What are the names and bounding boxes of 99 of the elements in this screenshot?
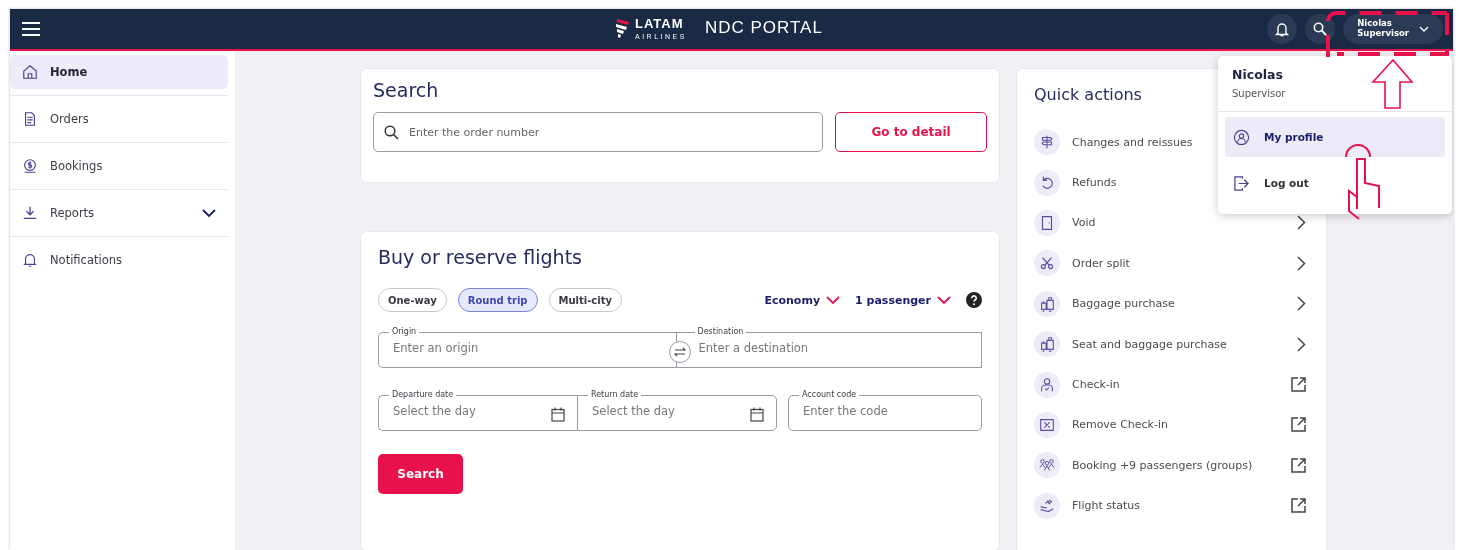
- quick-action-label: Flight status: [1072, 499, 1140, 513]
- passengers-dropdown[interactable]: 1 passenger: [855, 293, 951, 307]
- group-icon: [1034, 452, 1060, 479]
- quick-action-label: Order split: [1072, 256, 1130, 270]
- search-button[interactable]: [1305, 14, 1336, 44]
- quick-action-label: Baggage purchase: [1072, 297, 1175, 311]
- quick-action-item[interactable]: Check-in: [1034, 364, 1306, 405]
- search-icon: [384, 124, 399, 140]
- logo-icon: [615, 18, 629, 38]
- brand-name: LATAM: [635, 16, 685, 31]
- menu-item[interactable]: Log out: [1225, 163, 1445, 203]
- trip-type-chip[interactable]: One-way: [378, 288, 447, 313]
- home-icon: [22, 64, 38, 80]
- chevron-down-icon: [202, 208, 216, 218]
- quick-action-label: Seat and baggage purchase: [1072, 337, 1227, 351]
- cabin-dropdown[interactable]: Economy: [764, 293, 841, 307]
- calendar-icon[interactable]: [551, 407, 565, 423]
- user-menu-button[interactable]: Nicolas Supervisor: [1343, 14, 1443, 44]
- undo-icon: [1034, 169, 1060, 196]
- field-label: Departure date: [392, 390, 454, 400]
- quick-action-label: Refunds: [1072, 176, 1117, 190]
- field-label: Destination: [697, 327, 744, 337]
- quick-action-item[interactable]: Remove Check-in: [1034, 404, 1306, 446]
- text-input[interactable]: Enter a destination: [696, 339, 969, 356]
- chevron-down-icon: [1419, 26, 1429, 32]
- quick-action-item[interactable]: Booking +9 passengers (groups): [1034, 445, 1306, 486]
- quick-action-item[interactable]: Changes and reissues: [1034, 122, 1205, 163]
- quick-action-item[interactable]: Refunds: [1034, 162, 1129, 203]
- user-role: Supervisor: [1232, 88, 1287, 99]
- sidebar-label: Orders: [50, 112, 89, 126]
- order-number-field[interactable]: Enter the order number: [373, 112, 823, 152]
- chevron-down-icon: [937, 295, 951, 305]
- text-input[interactable]: Select the day: [391, 402, 551, 419]
- trip-type-chip[interactable]: Multi-city: [548, 288, 622, 313]
- search-title: Search: [373, 79, 440, 101]
- chevron-right-icon: [1297, 255, 1306, 271]
- trip-type-chip[interactable]: Round trip: [457, 288, 538, 313]
- signpost-icon: [1034, 129, 1060, 156]
- document-icon: [22, 111, 38, 127]
- swap-icon: [674, 347, 686, 358]
- chevron-right-icon: [1297, 215, 1306, 231]
- quick-action-label: Void: [1072, 216, 1096, 230]
- calendar-icon[interactable]: [750, 407, 764, 423]
- scissors-icon: [1034, 250, 1060, 277]
- text-input[interactable]: Enter an origin: [391, 339, 664, 356]
- origin-field[interactable]: Origin Enter an origin: [378, 328, 676, 369]
- search-flights-button[interactable]: Search: [378, 454, 463, 495]
- field-label: Account code: [802, 390, 857, 400]
- field-label: Return date: [591, 390, 639, 400]
- quick-action-item[interactable]: Order split: [1034, 243, 1306, 284]
- quick-action-item[interactable]: Baggage purchase: [1034, 283, 1306, 324]
- text-input[interactable]: Enter the code: [801, 402, 969, 419]
- person-check-icon: [1034, 371, 1060, 398]
- luggage-icon: [1034, 290, 1060, 317]
- departure-date-field[interactable]: Departure date Select the day: [378, 391, 577, 432]
- sidebar-label: Home: [50, 65, 88, 79]
- text-input[interactable]: Select the day: [590, 402, 750, 419]
- quick-action-item[interactable]: Seat and baggage purchase: [1034, 323, 1306, 365]
- bell-icon: [1275, 21, 1290, 37]
- quick-action-label: Booking +9 passengers (groups): [1072, 458, 1253, 472]
- destination-field[interactable]: Destination Enter a destination: [675, 328, 982, 369]
- external-link-icon: [1291, 498, 1306, 514]
- user-name: Nicolas: [1232, 67, 1284, 82]
- external-link-icon: [1291, 377, 1306, 393]
- bell-icon: [22, 252, 38, 268]
- quick-actions-title: Quick actions: [1034, 85, 1142, 104]
- sidebar-label: Notifications: [50, 253, 122, 267]
- booking-title: Buy or reserve flights: [378, 246, 583, 269]
- field-label: Origin: [392, 327, 417, 337]
- external-link-icon: [1291, 417, 1306, 433]
- account-code-field[interactable]: Account code Enter the code: [788, 391, 982, 432]
- cancel-box-icon: [1034, 411, 1060, 438]
- user-icon: [1233, 128, 1250, 146]
- chevron-right-icon: [1297, 296, 1306, 312]
- download-icon: [22, 205, 38, 221]
- sidebar-item[interactable]: Notifications: [10, 243, 228, 277]
- sidebar-label: Bookings: [50, 159, 103, 173]
- quick-action-label: Remove Check-in: [1072, 418, 1168, 432]
- go-to-detail-button[interactable]: Go to detail: [835, 112, 987, 152]
- return-date-field[interactable]: Return date Select the day: [577, 391, 777, 432]
- luggage-icon: [1034, 331, 1060, 358]
- help-icon[interactable]: [966, 292, 982, 309]
- text-input[interactable]: Enter the order number: [407, 124, 812, 140]
- portal-title: NDC PORTAL: [704, 18, 823, 38]
- sidebar-label: Reports: [50, 206, 95, 220]
- swap-button[interactable]: [669, 341, 691, 364]
- door-icon: [1034, 209, 1060, 236]
- quick-action-label: Check-in: [1072, 378, 1120, 392]
- coin-icon: [22, 158, 38, 174]
- search-icon: [1313, 22, 1328, 36]
- chevron-right-icon: [1297, 336, 1306, 352]
- menu-icon[interactable]: [22, 22, 40, 36]
- chevron-down-icon: [826, 295, 841, 305]
- quick-action-item[interactable]: Flight status: [1034, 485, 1306, 526]
- notifications-button[interactable]: [1267, 14, 1298, 44]
- quick-action-label: Changes and reissues: [1072, 135, 1193, 149]
- logout-icon: [1233, 174, 1250, 192]
- external-link-icon: [1291, 457, 1306, 473]
- menu-item[interactable]: My profile: [1225, 117, 1445, 157]
